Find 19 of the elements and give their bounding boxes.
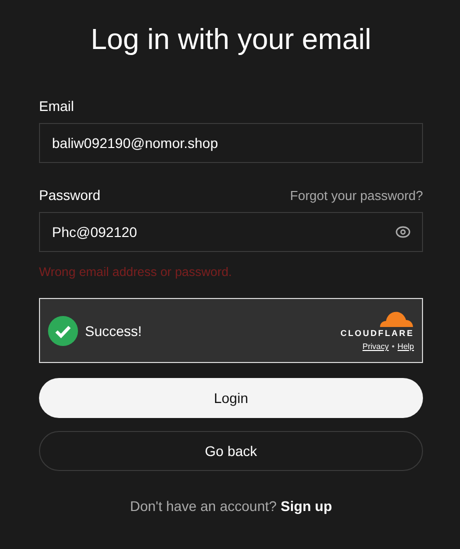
go-back-button[interactable]: Go back [39,431,423,471]
eye-icon[interactable] [395,224,411,240]
page-title: Log in with your email [90,23,372,58]
captcha-link[interactable]: Help [398,342,414,351]
success-check-icon [48,316,78,346]
captcha-link[interactable]: Privacy [362,342,389,351]
login-button[interactable]: Login [39,378,423,418]
captcha-status: Success! [85,322,143,338]
separator: • [392,342,395,351]
footer-text: Don't have an account? [130,498,277,514]
sign-up-link[interactable]: Sign up [280,498,332,514]
forgot-password-link[interactable]: Forgot your password? [290,188,423,203]
password-field[interactable]: Phc@092120 [39,212,423,252]
email-field[interactable]: baliw092190@nomor.shop [39,123,423,163]
cloud-icon [378,310,414,327]
cloudflare-logo-text: CLOUDFLARE [340,328,414,338]
field-label: Email [39,98,76,114]
error-message: Wrong email address or password. [39,265,233,279]
field-label: Password [39,187,100,203]
